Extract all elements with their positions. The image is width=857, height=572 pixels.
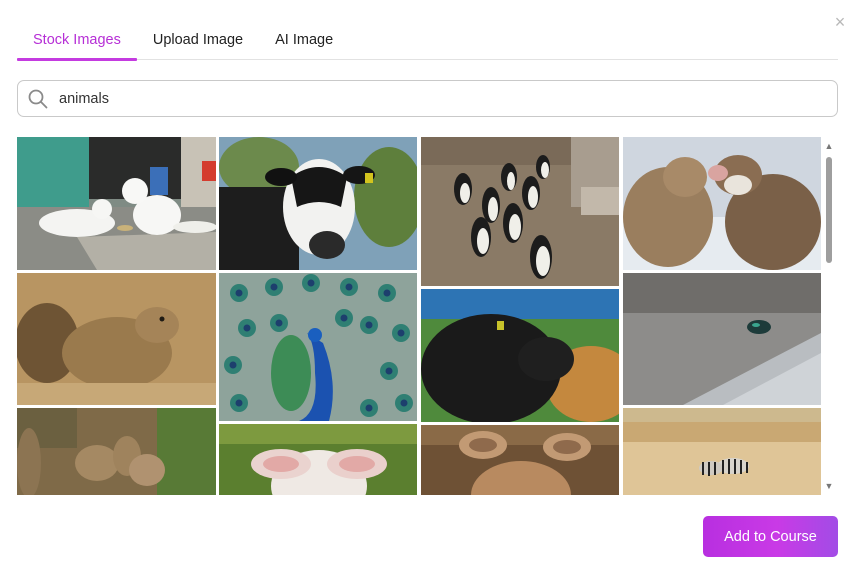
image-meerkats[interactable]: [17, 408, 216, 495]
image-penguins[interactable]: [421, 137, 619, 286]
close-icon[interactable]: ×: [831, 12, 849, 32]
image-lamb[interactable]: [219, 424, 417, 495]
image-black-cow[interactable]: [421, 289, 619, 422]
tab-bar: Stock Images Upload Image AI Image: [17, 30, 838, 61]
image-grid-scrollbar[interactable]: ▲ ▼: [822, 137, 836, 495]
image-beetle[interactable]: [623, 273, 821, 405]
image-white-cats[interactable]: [17, 137, 216, 270]
tab-stock-images[interactable]: Stock Images: [17, 30, 137, 61]
image-grid: [17, 137, 821, 495]
image-husky-dogs[interactable]: [623, 137, 821, 270]
image-deer[interactable]: [421, 425, 619, 495]
image-cow[interactable]: [219, 137, 417, 270]
search-input[interactable]: [59, 90, 799, 107]
tab-upload-image[interactable]: Upload Image: [137, 30, 259, 60]
tab-ai-image[interactable]: AI Image: [259, 30, 349, 60]
image-peacock[interactable]: [219, 273, 417, 421]
scroll-down-icon[interactable]: ▼: [824, 481, 834, 491]
image-zebras[interactable]: [623, 408, 821, 495]
add-to-course-button[interactable]: Add to Course: [703, 516, 838, 557]
search-icon: [28, 89, 48, 108]
scroll-up-icon[interactable]: ▲: [824, 141, 834, 151]
scroll-thumb[interactable]: [826, 157, 832, 263]
search-box: [17, 80, 838, 117]
image-prairie-dog[interactable]: [17, 273, 216, 405]
